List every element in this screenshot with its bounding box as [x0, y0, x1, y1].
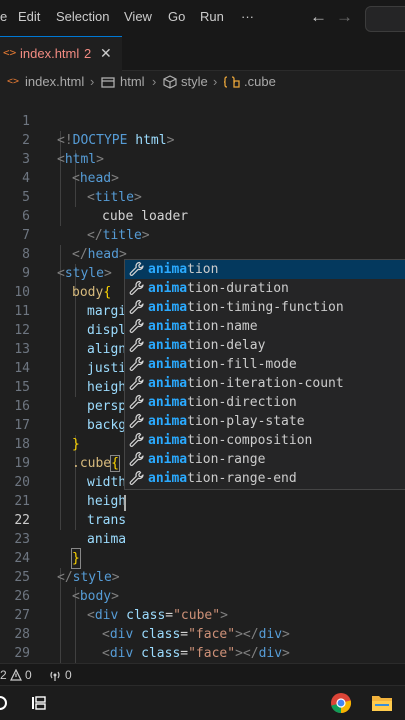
- wrench-icon: [129, 299, 144, 314]
- chevron-right-icon: ›: [213, 74, 218, 89]
- chevron-right-icon: ›: [90, 74, 95, 89]
- suggestion-label: animation-composition: [148, 433, 313, 448]
- wrench-icon: [129, 280, 144, 295]
- wrench-icon: [129, 318, 144, 333]
- suggestion-item[interactable]: animation-composition: [125, 431, 405, 450]
- tab-label: index.html: [20, 46, 80, 61]
- arrow-right-icon[interactable]: →: [336, 7, 353, 27]
- task-view-icon[interactable]: [31, 695, 47, 711]
- menu-selection[interactable]: Selection: [56, 9, 109, 24]
- menu-file-partial[interactable]: e: [0, 9, 7, 24]
- suggestion-item[interactable]: animation-range: [125, 450, 405, 469]
- breadcrumb-html[interactable]: html: [120, 74, 145, 89]
- code-line: 28 <div class="face"></div>: [0, 606, 405, 661]
- chevron-right-icon: ›: [152, 74, 157, 89]
- arrow-left-icon[interactable]: ←: [310, 7, 327, 27]
- code-line: 4 <title>: [0, 150, 405, 205]
- wrench-icon: [129, 356, 144, 371]
- warning-count[interactable]: 0: [25, 668, 32, 682]
- suggestion-item[interactable]: animation-duration: [125, 279, 405, 298]
- error-count[interactable]: 2: [0, 668, 7, 682]
- breadcrumb-file[interactable]: index.html: [25, 74, 84, 89]
- warning-icon: [10, 669, 22, 681]
- code-line: 5 cube loader: [0, 169, 405, 224]
- wrench-icon: [129, 375, 144, 390]
- close-icon[interactable]: ✕: [100, 45, 112, 62]
- code-line: 8 <style>: [0, 226, 405, 281]
- suggestion-item[interactable]: animation-range-end: [125, 469, 405, 488]
- cube-icon: [163, 75, 177, 89]
- menu-more[interactable]: ···: [241, 9, 254, 24]
- suggestion-label: animation-delay: [148, 338, 266, 353]
- suggestion-item[interactable]: animation-play-state: [125, 412, 405, 431]
- code-line: 1 <!DOCTYPE html>: [0, 93, 405, 148]
- wrench-icon: [129, 451, 144, 466]
- code-line: 6 </title>: [0, 188, 405, 243]
- breadcrumb-cube[interactable]: .cube: [244, 74, 276, 89]
- file-explorer-icon[interactable]: [371, 693, 393, 713]
- problem-count-badge: 2: [84, 46, 92, 61]
- suggestion-item[interactable]: animation-timing-function: [125, 298, 405, 317]
- menu-bar: e Edit Selection View Go Run ··· ← →: [0, 0, 405, 36]
- code-line: 27 <div class="face"></div>: [0, 587, 405, 642]
- suggestion-label: animation-name: [148, 319, 258, 334]
- wrench-icon: [129, 261, 144, 276]
- menu-edit[interactable]: Edit: [18, 9, 40, 24]
- suggestion-label: animation-direction: [148, 395, 297, 410]
- code-line: 3 <head>: [0, 131, 405, 186]
- suggestion-label: animation-range: [148, 452, 266, 467]
- chrome-icon[interactable]: [330, 692, 352, 714]
- breadcrumb: <> index.html › html › style › .cube: [0, 71, 405, 93]
- html-file-icon: <>: [7, 76, 20, 87]
- broadcast-icon: [50, 671, 60, 681]
- suggestion-label: animation: [148, 262, 219, 277]
- tab-bar: <> index.html 2 ✕: [0, 36, 405, 71]
- status-bar: 2 0 0: [0, 663, 405, 685]
- code-line: 25 <body>: [0, 549, 405, 604]
- menu-run[interactable]: Run: [200, 9, 224, 24]
- tab-index-html[interactable]: <> index.html 2 ✕: [0, 36, 122, 71]
- wrench-icon: [129, 470, 144, 485]
- command-center-search[interactable]: [365, 6, 405, 32]
- code-line-active: 22 anima: [0, 492, 405, 547]
- taskbar: [0, 685, 405, 720]
- breadcrumb-style[interactable]: style: [181, 74, 208, 89]
- code-line: 30 <div class="face"></div>: [0, 644, 405, 699]
- code-line: 26 <div class="cube">: [0, 568, 405, 623]
- wrench-icon: [129, 413, 144, 428]
- code-line: 29 <div class="face"></div>: [0, 625, 405, 680]
- code-line: 2 <html>: [0, 112, 405, 167]
- suggestion-label: animation-timing-function: [148, 300, 344, 315]
- suggestion-item[interactable]: animation-iteration-count: [125, 374, 405, 393]
- start-icon[interactable]: [0, 694, 12, 712]
- menu-go[interactable]: Go: [168, 9, 185, 24]
- code-line: 23 }: [0, 511, 405, 569]
- ports-count[interactable]: 0: [65, 668, 72, 682]
- suggestion-label: animation-duration: [148, 281, 289, 296]
- element-icon: [101, 77, 115, 88]
- suggestion-label: animation-iteration-count: [148, 376, 344, 391]
- code-line: 24 </style>: [0, 530, 405, 585]
- autocomplete-suggestions: animation animation-duration animation-tim…: [124, 259, 405, 490]
- suggestion-item[interactable]: animation-fill-mode: [125, 355, 405, 374]
- text-cursor: [124, 495, 126, 511]
- menu-view[interactable]: View: [124, 9, 152, 24]
- suggestion-label: animation-play-state: [148, 414, 305, 429]
- wrench-icon: [129, 337, 144, 352]
- wrench-icon: [129, 432, 144, 447]
- html-file-icon: <>: [3, 46, 17, 59]
- suggestion-label: animation-range-end: [148, 471, 297, 486]
- selector-icon: [224, 76, 240, 88]
- suggestion-item[interactable]: animation-name: [125, 317, 405, 336]
- suggestion-label: animation-fill-mode: [148, 357, 297, 372]
- code-line: 7 </head>: [0, 207, 405, 262]
- wrench-icon: [129, 394, 144, 409]
- suggestion-item[interactable]: animation-direction: [125, 393, 405, 412]
- suggestion-item[interactable]: animation: [125, 260, 405, 279]
- suggestion-item[interactable]: animation-delay: [125, 336, 405, 355]
